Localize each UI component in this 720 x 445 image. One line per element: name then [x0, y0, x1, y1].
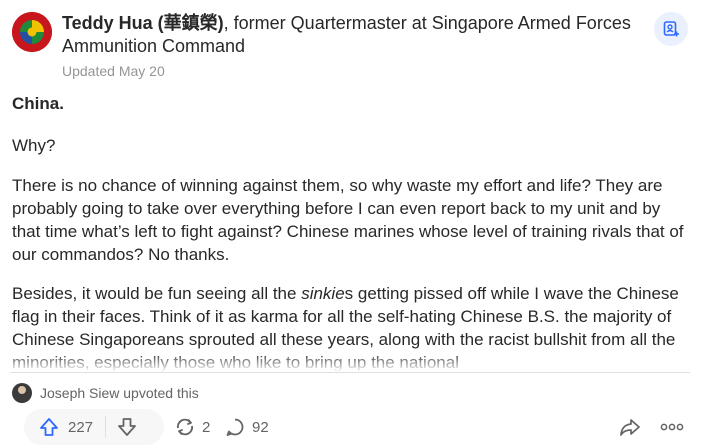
answer-body[interactable]: China. Why? There is no chance of winnin… — [12, 92, 702, 372]
divider — [10, 372, 690, 373]
author-name[interactable]: Teddy Hua (華鎮榮) — [62, 13, 224, 33]
comment-count: 92 — [252, 418, 269, 436]
vote-separator — [105, 416, 107, 438]
author-line: Teddy Hua (華鎮榮), former Quartermaster at… — [62, 12, 642, 58]
vote-pill: 227 — [24, 409, 164, 445]
follow-button[interactable] — [654, 12, 688, 46]
more-icon — [660, 423, 684, 431]
downvote-icon — [118, 418, 136, 436]
updated-timestamp[interactable]: Updated May 20 — [62, 63, 165, 79]
downvote-button[interactable] — [116, 416, 138, 438]
action-bar: 227 2 92 — [12, 409, 708, 445]
answer-heading: China. — [12, 94, 64, 113]
share-button[interactable] — [618, 409, 642, 445]
more-options-button[interactable] — [660, 409, 684, 445]
author-avatar-image — [12, 12, 52, 52]
reshare-button[interactable]: 2 — [174, 409, 210, 445]
upvoter-text: Joseph Siew upvoted this — [40, 385, 199, 401]
truncation-fade — [0, 352, 720, 372]
upvote-button[interactable]: 227 — [24, 416, 93, 438]
upvote-count: 227 — [68, 418, 94, 436]
comment-icon — [226, 418, 244, 436]
upvoter-avatar[interactable] — [12, 383, 32, 403]
reshare-count: 2 — [202, 418, 211, 436]
reshare-icon — [177, 418, 193, 436]
author-avatar[interactable] — [12, 12, 52, 52]
answer-why: Why? — [12, 136, 56, 155]
share-icon — [620, 419, 640, 436]
upvoter-row[interactable]: Joseph Siew upvoted this — [12, 383, 199, 403]
answer-paragraph-1: There is no chance of winning against th… — [12, 176, 684, 264]
comment-button[interactable]: 92 — [224, 409, 269, 445]
follow-icon — [663, 21, 679, 37]
upvote-icon — [40, 418, 58, 436]
